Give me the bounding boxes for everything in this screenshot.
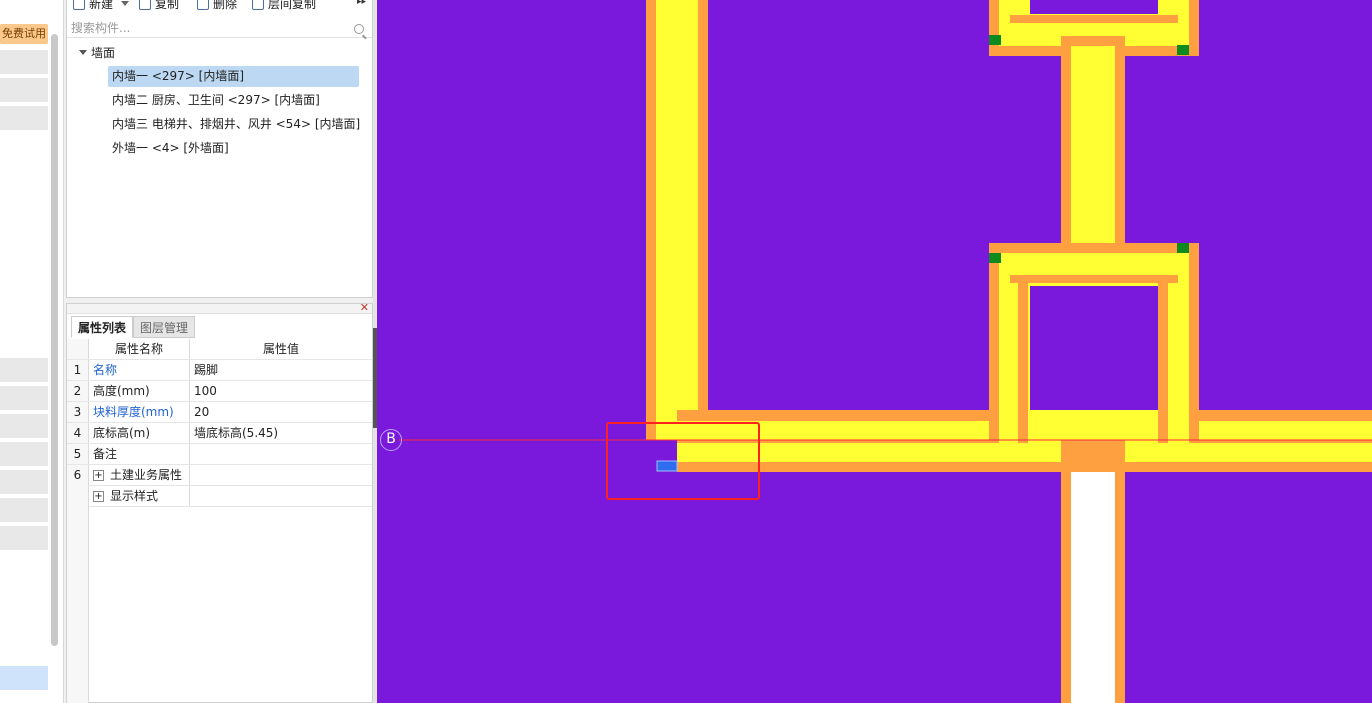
tab-layers[interactable]: 图层管理: [133, 316, 196, 338]
property-value[interactable]: 踢脚: [190, 360, 372, 380]
property-value[interactable]: [190, 444, 372, 464]
close-icon[interactable]: ✕: [360, 301, 369, 314]
group-label: 土建业务属性: [110, 468, 183, 482]
wall-fill-white[interactable]: [1071, 472, 1115, 703]
floor-plan-drawing[interactable]: [377, 0, 1372, 703]
row-index: 2: [67, 381, 89, 401]
nav-row[interactable]: [0, 442, 48, 466]
selection-marker[interactable]: [656, 460, 678, 472]
column-header-value: 属性值: [262, 342, 299, 356]
row-index: 4: [67, 423, 89, 443]
copy-button[interactable]: 复制: [139, 0, 179, 12]
panel-header: ✕: [67, 301, 372, 314]
table-row-group[interactable]: 6 + 土建业务属性: [67, 465, 372, 486]
wall-fill[interactable]: [1071, 46, 1115, 248]
free-trial-badge[interactable]: 免费试用: [0, 24, 48, 44]
property-name: 名称: [89, 360, 190, 380]
nav-row[interactable]: [0, 470, 48, 494]
drawing-canvas[interactable]: B: [377, 0, 1372, 703]
property-value: [190, 465, 372, 485]
wall-edge: [1010, 15, 1178, 23]
table-row[interactable]: 5 备注: [67, 444, 372, 465]
property-name: 块料厚度(mm): [89, 402, 190, 422]
property-value[interactable]: 20: [190, 402, 372, 422]
floor-copy-icon: [252, 0, 264, 10]
nav-row[interactable]: [0, 498, 48, 522]
nav-row[interactable]: [0, 50, 48, 74]
property-group-name: + 显示样式: [89, 486, 190, 506]
delete-label: 删除: [213, 0, 238, 11]
property-value[interactable]: 100: [190, 381, 372, 401]
wall-edge: [1010, 275, 1178, 283]
tree-item[interactable]: 外墙一 <4> [外墙面]: [108, 138, 359, 159]
opening: [1030, 286, 1158, 410]
table-row[interactable]: 4 底标高(m) 墙底标高(5.45): [67, 423, 372, 444]
corner-marker: [989, 253, 1001, 263]
property-value: [190, 486, 372, 506]
properties-panel: ✕ 属性列表 图层管理 属性名称 属性值 1 名称 踢脚 2 高度(mm) 10…: [66, 301, 373, 703]
new-icon: [73, 0, 85, 10]
nav-row[interactable]: [0, 358, 48, 382]
delete-button[interactable]: 删除: [197, 0, 237, 12]
axis-label-b[interactable]: B: [380, 429, 402, 451]
property-tabs: 属性列表 图层管理: [71, 316, 196, 340]
table-header: 属性名称 属性值: [67, 339, 372, 360]
nav-row[interactable]: [0, 386, 48, 410]
component-toolbar: 新建 复制 删除 层间复制 ▸▸: [67, 0, 372, 14]
search-icon[interactable]: [354, 24, 364, 34]
wall-edge: [1158, 283, 1168, 443]
index-header: [67, 339, 89, 359]
component-panel: 新建 复制 删除 层间复制 ▸▸ 搜索构件... 墙面 内墙一 <297> [内…: [66, 0, 373, 298]
group-label: 显示样式: [110, 489, 159, 503]
row-index: 3: [67, 402, 89, 422]
table-row[interactable]: 1 名称 踢脚: [67, 360, 372, 381]
property-name: 底标高(m): [89, 423, 190, 443]
chevron-down-icon[interactable]: [121, 1, 130, 6]
nav-row-selected[interactable]: [0, 666, 48, 690]
nav-row[interactable]: [0, 414, 48, 438]
expand-caret-icon[interactable]: [79, 50, 87, 55]
more-icon[interactable]: ▸▸: [357, 0, 366, 7]
row-index: 1: [67, 360, 89, 380]
property-name: 备注: [89, 444, 190, 464]
wall-fill[interactable]: [656, 0, 698, 440]
row-index: 5: [67, 444, 89, 464]
property-group-name: + 土建业务属性: [89, 465, 190, 485]
wall-edge: [1018, 283, 1028, 443]
index-column-fill: [67, 485, 89, 703]
copy-label: 复制: [155, 0, 180, 11]
left-nav-strip: 免费试用: [0, 0, 64, 703]
property-value[interactable]: 墙底标高(5.45): [190, 423, 372, 443]
expand-plus-icon[interactable]: +: [93, 491, 104, 502]
corner-marker: [989, 35, 1001, 45]
search-input[interactable]: 搜索构件...: [67, 18, 372, 38]
tab-properties[interactable]: 属性列表: [71, 316, 134, 338]
table-row-group[interactable]: 10 +显示样式: [67, 486, 372, 507]
nav-row[interactable]: [0, 526, 48, 550]
tree-root-label: 墙面: [91, 46, 116, 60]
property-name: 高度(mm): [89, 381, 190, 401]
left-scrollbar[interactable]: [51, 34, 58, 646]
nav-row[interactable]: [0, 78, 48, 102]
floor-copy-label: 层间复制: [268, 0, 317, 11]
column-header-name: 属性名称: [89, 339, 190, 359]
row-index: 6: [67, 465, 89, 485]
table-row[interactable]: 3 块料厚度(mm) 20: [67, 402, 372, 423]
tree-root-wall-surface[interactable]: 墙面: [79, 44, 115, 61]
trash-icon: [197, 0, 209, 10]
corner-marker: [1177, 243, 1189, 253]
property-table: 属性名称 属性值 1 名称 踢脚 2 高度(mm) 100 3 块料厚度(mm)…: [67, 339, 372, 507]
expand-plus-icon[interactable]: +: [93, 470, 104, 481]
copy-icon: [139, 0, 151, 10]
tree-item[interactable]: 内墙二 厨房、卫生间 <297> [内墙面]: [108, 90, 359, 111]
tree-item[interactable]: 内墙一 <297> [内墙面]: [108, 66, 359, 87]
new-button[interactable]: 新建: [73, 0, 130, 12]
corner-marker: [1177, 45, 1189, 55]
nav-row[interactable]: [0, 106, 48, 130]
new-label: 新建: [89, 0, 114, 11]
tree-item[interactable]: 内墙三 电梯井、排烟井、风井 <54> [内墙面]: [108, 114, 360, 135]
floor-copy-button[interactable]: 层间复制: [252, 0, 316, 12]
opening: [1030, 0, 1158, 14]
table-row[interactable]: 2 高度(mm) 100: [67, 381, 372, 402]
